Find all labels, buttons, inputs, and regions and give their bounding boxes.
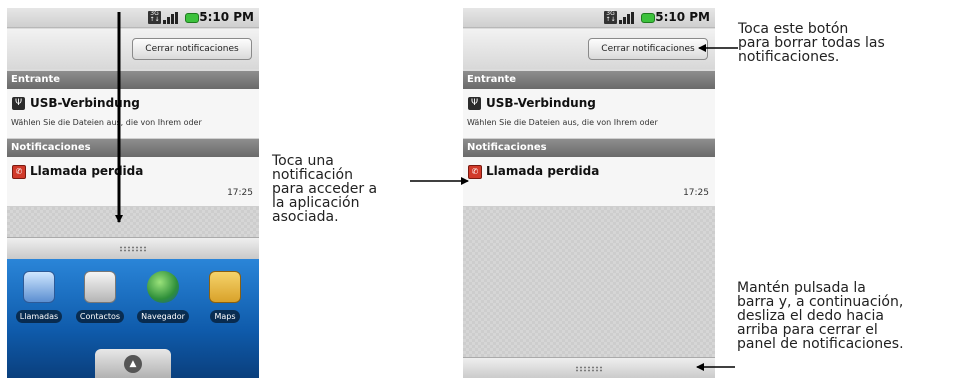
notification-title: USB-Verbindung [486,96,596,110]
app-llamadas[interactable]: Llamadas [9,271,69,323]
app-label: Maps [210,310,240,323]
annotation-line: Mantén pulsada la [737,280,866,296]
empty-panel-area [463,207,715,357]
notification-text: Wählen Sie die Dateien aus, die von Ihre… [11,118,202,127]
status-time: 5:10 PM [199,10,254,24]
chevron-up-icon[interactable]: ▲ [124,355,142,373]
app-contactos[interactable]: Contactos [70,271,130,323]
missed-call-icon: ✆ [12,165,26,179]
app-label: Contactos [75,310,125,323]
annotation-line: Toca este botón [738,21,849,37]
notification-time: 17:25 [683,188,709,198]
left-phone-screen: 3G ↑↓ 5:10 PM Cerrar notificaciones Entra… [7,8,259,378]
annotation-line: panel de notificaciones. [737,336,904,352]
battery-icon [641,13,655,23]
phone-icon [23,271,55,303]
section-incoming: Entrante [463,71,715,89]
clear-bar: Cerrar notificaciones [7,29,259,69]
3g-icon: 3G ↑↓ [148,10,161,24]
status-time: 5:10 PM [655,10,710,24]
annotation-line: arriba para cerrar el [737,322,878,338]
clear-notifications-button[interactable]: Cerrar notificaciones [132,38,252,60]
section-incoming: Entrante [7,71,259,89]
annotation-clear-button: Toca este botón para borrar todas las no… [738,22,948,64]
status-bar: 3G ↑↓ 5:10 PM [463,8,715,28]
section-notifications: Notificaciones [7,139,259,157]
signal-icon [163,12,179,24]
status-bar: 3G ↑↓ 5:10 PM [7,8,259,28]
maps-icon [209,271,241,303]
usb-icon: Ψ [12,97,25,110]
notification-title: Llamada perdida [486,164,600,178]
empty-panel-area [7,207,259,237]
annotation-hold-bar: Mantén pulsada la barra y, a continuació… [737,281,957,351]
annotation-line: la aplicación [272,195,360,211]
app-label: Llamadas [15,310,63,323]
annotation-line: notificaciones. [738,49,840,65]
annotation-line: para borrar todas las [738,35,885,51]
battery-icon [185,13,199,23]
right-phone-screen: 3G ↑↓ 5:10 PM Cerrar notificaciones Entra… [463,8,715,378]
section-notifications: Notificaciones [463,139,715,157]
annotation-line: notificación [272,167,353,183]
contacts-icon [84,271,116,303]
annotation-line: barra y, a continuación, [737,294,904,310]
globe-icon [147,271,179,303]
panel-drag-handle[interactable] [463,357,715,378]
annotation-line: desliza el dedo hacia [737,308,884,324]
notification-time: 17:25 [227,188,253,198]
clear-notifications-button[interactable]: Cerrar notificaciones [588,38,708,60]
app-maps[interactable]: Maps [195,271,255,323]
notification-title: USB-Verbindung [30,96,140,110]
usb-notification[interactable]: Ψ USB-Verbindung Wählen Sie die Dateien … [7,89,259,139]
missed-call-icon: ✆ [468,165,482,179]
annotation-line: asociada. [272,209,339,225]
missed-call-notification[interactable]: ✆ Llamada perdida 17:25 [463,157,715,207]
grip-icon [119,246,147,252]
usb-notification[interactable]: Ψ USB-Verbindung Wählen Sie die Dateien … [463,89,715,139]
launcher-dock[interactable]: ▲ [95,349,171,378]
signal-icon [619,12,635,24]
annotation-tap-notification: Toca una notificación para acceder a la … [272,154,432,224]
annotation-line: para acceder a [272,181,378,197]
home-screen: Llamadas Contactos Navegador Maps ▲ [7,259,259,378]
clear-bar: Cerrar notificaciones [463,29,715,69]
annotation-line: Toca una [272,153,334,169]
panel-drag-handle[interactable] [7,237,259,259]
grip-icon [575,366,603,372]
notification-title: Llamada perdida [30,164,144,178]
app-navegador[interactable]: Navegador [133,271,193,323]
usb-icon: Ψ [468,97,481,110]
notification-text: Wählen Sie die Dateien aus, die von Ihre… [467,118,658,127]
missed-call-notification[interactable]: ✆ Llamada perdida 17:25 [7,157,259,207]
app-label: Navegador [137,310,189,323]
3g-icon: 3G ↑↓ [604,10,617,24]
